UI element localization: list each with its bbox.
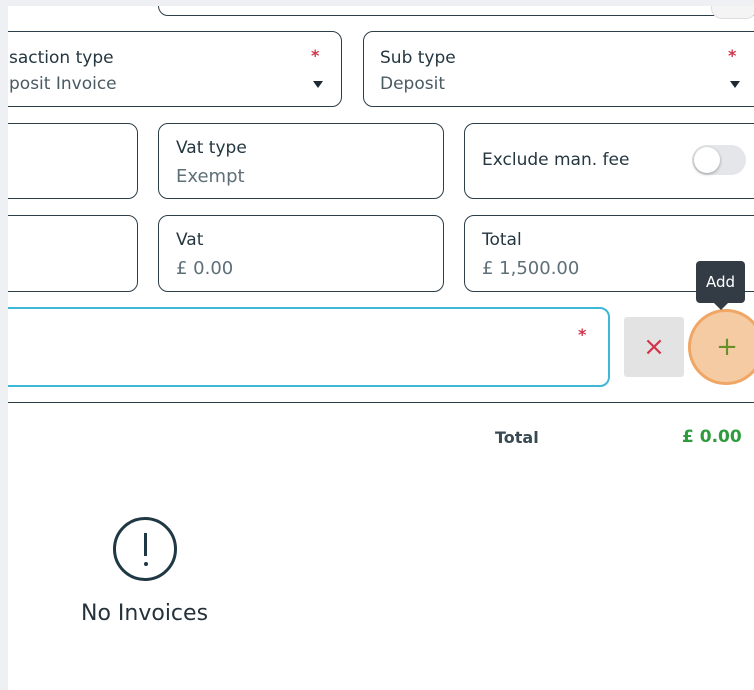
sub-type-label: Sub type bbox=[380, 48, 456, 68]
top-toggle-partial[interactable] bbox=[711, 6, 754, 19]
close-icon: × bbox=[643, 332, 665, 362]
vat-field[interactable]: Vat £ 0.00 bbox=[158, 215, 444, 292]
exclamation-circle-icon bbox=[113, 517, 177, 581]
empty-state-message: No Invoices bbox=[81, 601, 209, 626]
required-marker: * bbox=[311, 46, 320, 65]
summary-total-value: £ 0.00 bbox=[682, 427, 742, 447]
required-marker: * bbox=[728, 46, 737, 65]
vat-type-label: Vat type bbox=[176, 138, 247, 158]
transaction-type-label: saction type bbox=[9, 48, 114, 68]
vat-type-value: Exempt bbox=[176, 166, 245, 187]
form-panel: saction type posit Invoice * Sub type De… bbox=[8, 6, 754, 690]
unlabeled-field-left[interactable] bbox=[8, 123, 138, 199]
toggle-knob bbox=[694, 147, 720, 173]
clear-button[interactable]: × bbox=[624, 317, 684, 377]
plus-icon: + bbox=[716, 332, 738, 362]
top-field-partial[interactable] bbox=[158, 6, 754, 19]
unlabeled-field-left[interactable] bbox=[8, 215, 138, 292]
transaction-type-select[interactable]: saction type posit Invoice * bbox=[8, 31, 342, 107]
vat-type-field[interactable]: Vat type Exempt bbox=[158, 123, 444, 199]
exclude-man-fee-toggle[interactable] bbox=[692, 145, 746, 175]
exclude-man-fee-field: Exclude man. fee bbox=[464, 123, 754, 199]
summary-total-label: Total bbox=[495, 428, 539, 447]
vat-label: Vat bbox=[176, 230, 204, 250]
divider bbox=[8, 402, 754, 403]
sub-type-value: Deposit bbox=[380, 74, 445, 94]
total-value: £ 1,500.00 bbox=[482, 258, 580, 279]
transaction-type-value: posit Invoice bbox=[9, 74, 117, 94]
add-tooltip: Add bbox=[696, 261, 746, 310]
exclude-man-fee-label: Exclude man. fee bbox=[482, 150, 630, 170]
sub-type-select[interactable]: Sub type Deposit * bbox=[363, 31, 754, 107]
total-label: Total bbox=[482, 230, 522, 250]
vat-value: £ 0.00 bbox=[176, 258, 234, 279]
chevron-down-icon bbox=[730, 81, 740, 88]
focused-required-input[interactable]: * bbox=[8, 307, 610, 387]
required-marker: * bbox=[578, 325, 587, 344]
chevron-down-icon bbox=[313, 81, 323, 88]
add-button[interactable]: + bbox=[697, 317, 754, 377]
